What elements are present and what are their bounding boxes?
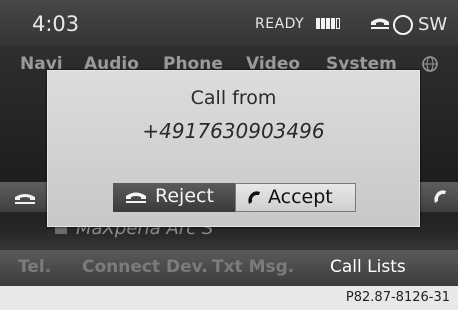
signal-strength-icon (316, 18, 340, 29)
phone-status-text: READY (255, 16, 305, 32)
phone-receiver-icon (248, 191, 260, 204)
reject-label: Reject (155, 185, 214, 207)
hang-up-icon[interactable] (14, 192, 36, 204)
phone-handset-icon (371, 18, 389, 29)
reject-button[interactable]: Reject (113, 183, 235, 212)
mobile-device-icon (55, 226, 67, 234)
heading-indicator: SW (418, 14, 448, 35)
globe-icon[interactable] (422, 56, 438, 72)
pick-up-icon[interactable] (432, 189, 448, 205)
incoming-call-dialog: Call from +4917630903496 Reject Accept (47, 70, 420, 227)
phone-menu-bar: Tel. Connect Dev. Txt Msg. Call Lists (0, 250, 458, 286)
compass-icon (393, 15, 413, 35)
clock: 4:03 (32, 12, 80, 36)
accept-label: Accept (268, 186, 333, 208)
accept-button[interactable]: Accept (235, 183, 356, 212)
comand-display: 4:03 READY SW Navi Audio Phone Video Sys… (0, 0, 458, 310)
menu-call-lists[interactable]: Call Lists (330, 257, 406, 277)
figure-code: P82.87-8126-31 (345, 290, 450, 305)
menu-connect-device[interactable]: Connect Dev. (82, 257, 208, 277)
menu-text-messages[interactable]: Txt Msg. (212, 257, 294, 277)
caller-number: +4917630903496 (142, 119, 325, 143)
status-bar: 4:03 READY SW (0, 0, 458, 46)
hang-up-icon (126, 192, 146, 203)
menu-tel[interactable]: Tel. (18, 257, 51, 277)
dialog-title: Call from (190, 87, 277, 109)
figure-caption-bar: P82.87-8126-31 (0, 286, 458, 310)
